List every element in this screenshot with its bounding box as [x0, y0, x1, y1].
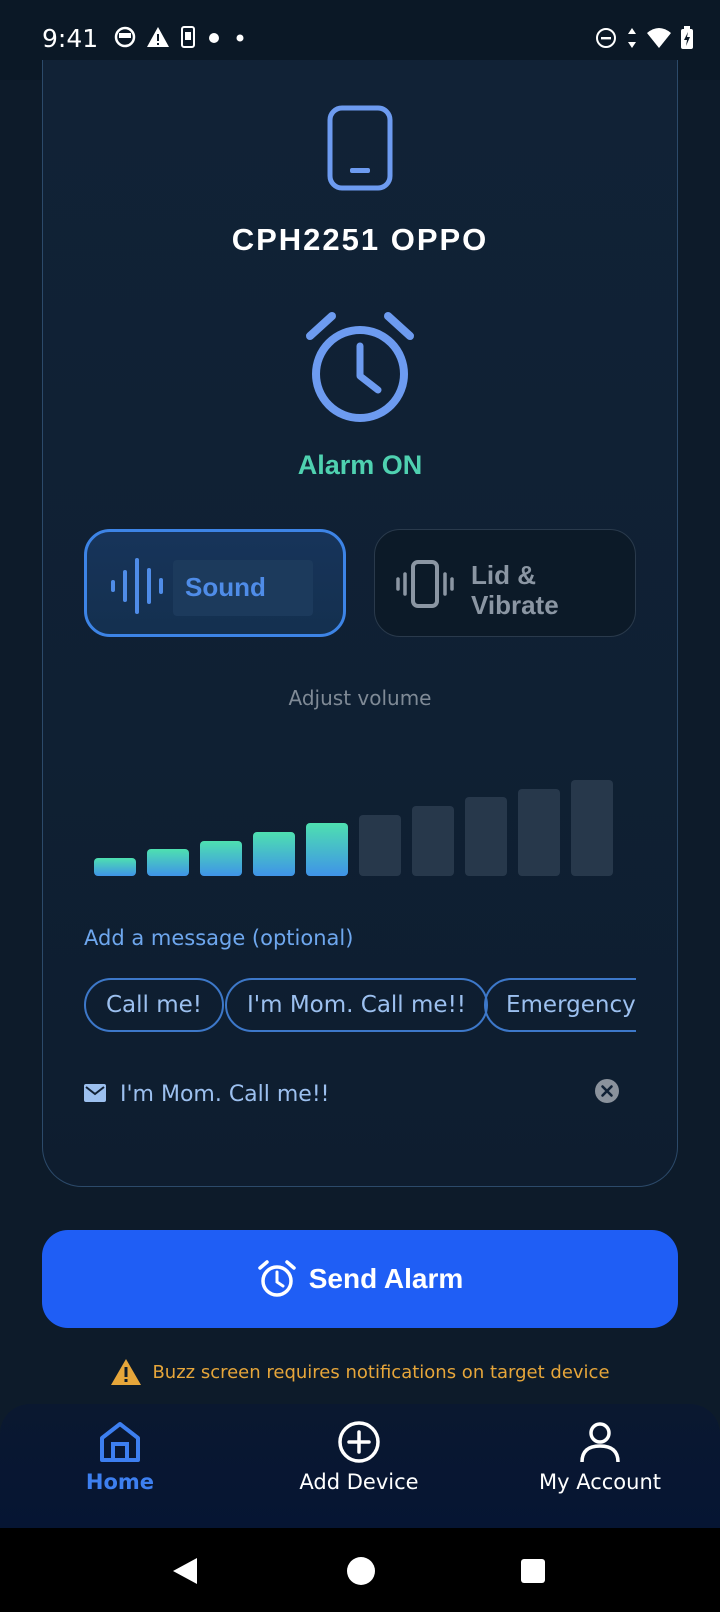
volume-bar[interactable] — [253, 832, 295, 876]
bottom-nav: Home Add Device My Account — [0, 1404, 720, 1528]
device-name: CPH2251 OPPO — [231, 222, 489, 257]
user-icon — [580, 1422, 620, 1463]
nav-home-label: Home — [85, 1470, 155, 1494]
chip-mom-call-me[interactable]: I'm Mom. Call me!! — [225, 978, 489, 1032]
home-icon — [100, 1422, 140, 1462]
nav-my-account-label: My Account — [538, 1470, 661, 1494]
message-chips: Call me! I'm Mom. Call me!! Emergency! — [84, 978, 636, 1036]
volume-bar[interactable] — [412, 806, 454, 876]
volume-bar[interactable] — [306, 823, 348, 876]
clear-icon[interactable] — [594, 1078, 620, 1104]
alarm-status: Alarm ON — [297, 450, 423, 480]
volume-bar[interactable] — [94, 858, 136, 876]
send-alarm-button[interactable]: Send Alarm — [42, 1230, 678, 1328]
back-icon[interactable] — [170, 1556, 200, 1586]
volume-bar[interactable] — [359, 815, 401, 876]
mail-icon — [84, 1084, 106, 1102]
plus-circle-icon — [338, 1421, 380, 1463]
phone-icon — [327, 105, 393, 191]
vibrate-mode-label: Lid & Vibrate — [471, 560, 559, 620]
home-circle-icon[interactable] — [346, 1556, 376, 1586]
message-label: Add a message (optional) — [84, 926, 354, 950]
sound-wave-icon — [111, 558, 163, 614]
vibrate-mode-button[interactable]: Lid & Vibrate — [374, 529, 636, 637]
app-icon — [114, 26, 136, 48]
volume-bar[interactable] — [147, 849, 189, 876]
alarm-clock-icon — [306, 312, 414, 422]
send-alarm-label: Send Alarm — [308, 1263, 464, 1294]
adjust-volume-label: Adjust volume — [288, 686, 432, 710]
sound-mode-label: Sound — [185, 572, 266, 602]
nav-my-account[interactable]: My Account — [500, 1420, 700, 1494]
sound-mode-button[interactable]: Sound — [84, 529, 346, 637]
volume-bar[interactable] — [571, 780, 613, 876]
dot-icon — [209, 33, 219, 43]
recents-icon[interactable] — [520, 1558, 546, 1584]
warning-icon — [147, 27, 169, 47]
warning-text: Buzz screen requires notifications on ta… — [152, 1361, 610, 1383]
nav-add-device-label: Add Device — [299, 1470, 419, 1494]
nav-home[interactable]: Home — [20, 1420, 220, 1494]
message-input[interactable]: I'm Mom. Call me!! — [84, 1076, 624, 1120]
data-arrows-icon — [628, 28, 636, 48]
volume-bar[interactable] — [200, 841, 242, 876]
alarm-clock-icon — [257, 1260, 296, 1297]
message-value: I'm Mom. Call me!! — [120, 1082, 330, 1107]
chip-emergency[interactable]: Emergency! — [484, 978, 636, 1032]
chip-call-me[interactable]: Call me! — [84, 978, 225, 1032]
dot-icon — [236, 34, 244, 42]
system-nav-bar — [0, 1528, 720, 1612]
vibrate-icon — [396, 560, 454, 608]
volume-bar[interactable] — [465, 797, 507, 876]
status-time: 9:41 — [42, 24, 99, 53]
wifi-icon — [647, 28, 671, 48]
sim-icon — [181, 26, 195, 48]
notification-warning: Buzz screen requires notifications on ta… — [0, 1358, 720, 1386]
volume-bar[interactable] — [518, 789, 560, 876]
warning-icon — [111, 1359, 142, 1385]
dnd-icon — [596, 28, 616, 48]
battery-charging-icon — [681, 26, 693, 49]
nav-add-device[interactable]: Add Device — [259, 1420, 459, 1494]
